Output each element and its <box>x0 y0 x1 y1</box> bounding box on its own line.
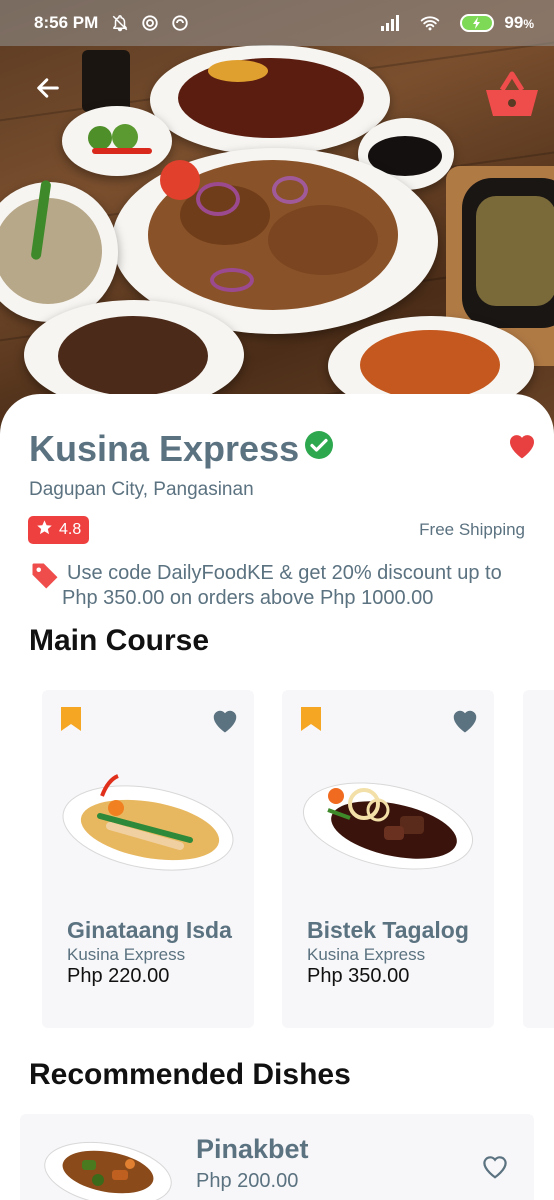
app-notification-icon <box>170 13 190 33</box>
restaurant-name: Kusina Express <box>29 428 300 469</box>
dish-card-peek[interactable] <box>523 690 554 1028</box>
cart-button[interactable] <box>484 70 540 120</box>
bookmark-icon[interactable] <box>60 706 82 732</box>
dish-restaurant: Kusina Express <box>307 945 426 964</box>
dish-price: Php 350.00 <box>307 965 410 987</box>
arrow-left-icon <box>34 74 62 107</box>
battery-charging-icon <box>460 14 495 32</box>
battery-percent: 99 <box>504 13 524 32</box>
restaurant-hero-image <box>0 0 554 440</box>
favorite-restaurant-button[interactable] <box>506 430 538 460</box>
dish-name: Bistek Tagalog <box>307 917 469 943</box>
main-course-title: Main Course <box>29 624 210 657</box>
bookmark-icon[interactable] <box>300 706 322 732</box>
signal-icon <box>380 13 400 33</box>
dish-card[interactable]: Bistek Tagalog Kusina Express Php 350.00 <box>282 690 494 1028</box>
dish-card[interactable]: Ginataang Isda Kusina Express Php 220.00 <box>42 690 254 1028</box>
status-time: 8:56 PM <box>34 13 99 32</box>
heart-outline-icon[interactable] <box>480 1152 510 1180</box>
dish-price: Php 200.00 <box>196 1170 299 1192</box>
dish-name: Pinakbet <box>196 1134 309 1164</box>
star-icon <box>36 519 53 541</box>
restaurant-location: Dagupan City, Pangasinan <box>29 479 254 500</box>
recommended-dish-row[interactable]: Pinakbet Php 200.00 <box>20 1114 534 1200</box>
wifi-icon <box>420 13 440 33</box>
dish-restaurant: Kusina Express <box>67 945 186 964</box>
check-circle-icon <box>304 430 334 460</box>
status-bar: 8:56 PM 99% <box>0 0 554 46</box>
dish-name: Ginataang Isda <box>67 917 232 943</box>
app-notification-icon <box>140 13 160 33</box>
dish-image <box>300 770 476 880</box>
recommended-title: Recommended Dishes <box>29 1058 351 1091</box>
basket-icon <box>484 71 540 124</box>
heart-filled-icon <box>506 435 538 464</box>
dish-image <box>60 770 236 880</box>
rating-value: 4.8 <box>59 521 82 538</box>
dish-image <box>42 1130 174 1200</box>
shipping-info: Free Shipping <box>419 520 525 539</box>
dish-price: Php 220.00 <box>67 965 170 987</box>
rating-badge: 4.8 <box>28 516 90 544</box>
promo-text: Use code DailyFoodKE & get 20% discount … <box>62 562 502 609</box>
battery-suffix: % <box>523 17 534 31</box>
back-button[interactable] <box>30 72 66 108</box>
bell-off-icon <box>110 13 130 33</box>
heart-filled-icon[interactable] <box>210 706 240 734</box>
heart-filled-icon[interactable] <box>450 706 480 734</box>
tag-icon <box>30 561 60 591</box>
